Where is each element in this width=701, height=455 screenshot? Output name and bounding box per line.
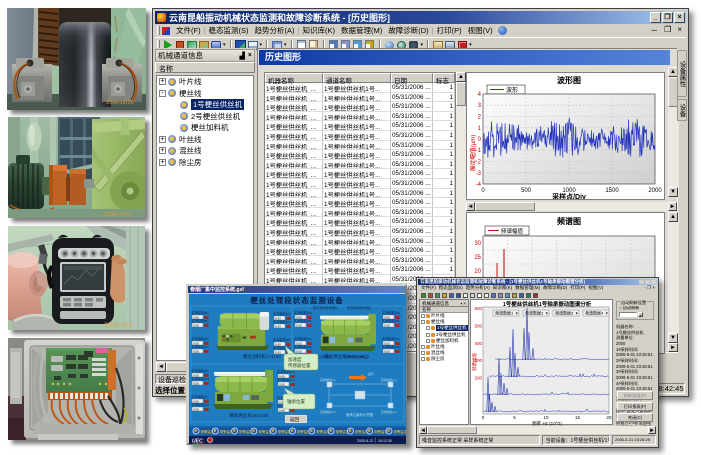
svg-text:实测幅值(m): 实测幅值(m)	[191, 336, 209, 341]
svg-text:25: 25	[474, 255, 481, 261]
svg-text:2006/ 7/15: 2006/ 7/15	[104, 323, 133, 329]
svg-text:10: 10	[543, 415, 549, 420]
svg-text:实测幅值(m): 实测幅值(m)	[191, 318, 209, 323]
svg-text:运行: 运行	[368, 371, 374, 376]
svg-text:轴承位编号示意图: 轴承位编号示意图	[346, 412, 374, 417]
svg-text:▼: ▼	[605, 312, 608, 316]
svg-text:0: 0	[478, 137, 482, 143]
svg-text:烘丝电机区间值(): 烘丝电机区间值()	[313, 305, 337, 310]
svg-text:频谱幅值: 频谱幅值	[501, 227, 524, 235]
svg-text:报警监控: 报警监控	[394, 429, 407, 434]
svg-text:振动幅值(μm): 振动幅值(μm)	[469, 135, 477, 171]
svg-text:实测幅值(m): 实测幅值(m)	[294, 310, 312, 315]
svg-text:2006/12/15: 2006/12/15	[106, 100, 134, 106]
svg-text:轴承位置: 轴承位置	[287, 398, 305, 405]
svg-text:15: 15	[575, 415, 581, 420]
svg-text:3: 3	[478, 103, 482, 109]
svg-text:实测幅值(m): 实测幅值(m)	[191, 310, 209, 315]
svg-text:频谱数据2: 频谱数据2	[525, 310, 544, 316]
svg-text:2: 2	[478, 115, 482, 121]
svg-text:返回: 返回	[290, 416, 299, 423]
svg-text:0.00: 0.00	[279, 382, 285, 386]
svg-text:0.00: 0.00	[193, 407, 199, 411]
svg-text:4: 4	[478, 92, 482, 98]
svg-text:实测幅值(m): 实测幅值(m)	[294, 318, 312, 323]
svg-text:实测幅值(m): 实测幅值(m)	[382, 318, 400, 323]
svg-text:20: 20	[474, 269, 481, 275]
svg-text:实测幅值(m): 实测幅值(m)	[320, 378, 335, 382]
svg-text:0.00: 0.00	[193, 381, 199, 385]
svg-text:实测幅值(m): 实测幅值(m)	[191, 376, 209, 381]
svg-text:频谱数据1: 频谱数据1	[495, 310, 514, 316]
svg-text:实测幅值(m): 实测幅值(m)	[273, 319, 291, 324]
svg-text:频谱数据3: 频谱数据3	[555, 310, 574, 316]
svg-text:实测幅值(m): 实测幅值(m)	[273, 337, 291, 342]
svg-text:▼: ▼	[545, 312, 548, 316]
svg-text:0.00: 0.00	[384, 323, 390, 327]
svg-text:频谱图: 频谱图	[557, 216, 581, 226]
svg-text:2000: 2000	[648, 188, 662, 194]
svg-text:实测幅值(m): 实测幅值(m)	[277, 377, 295, 382]
svg-text:200: 200	[474, 376, 482, 381]
svg-text:30: 30	[474, 241, 481, 247]
svg-text:▼: ▼	[515, 312, 518, 316]
svg-text:波形图: 波形图	[557, 75, 581, 85]
svg-text:实测幅值(m): 实测幅值(m)	[273, 311, 291, 316]
svg-text:0: 0	[482, 415, 485, 420]
svg-text:薄板烘丝机SH5155: 薄板烘丝机SH5155	[229, 412, 269, 419]
svg-text:1号梗丝供丝机1号轴承振动图谱分析: 1号梗丝供丝机1号轴承振动图谱分析	[503, 300, 592, 308]
svg-text:实测幅值(m): 实测幅值(m)	[381, 410, 396, 414]
svg-text:实测幅值(m): 实测幅值(m)	[294, 344, 312, 349]
svg-text:实测幅值(m): 实测幅值(m)	[191, 368, 209, 373]
svg-text:实测幅值(m): 实测幅值(m)	[191, 402, 209, 407]
svg-text:0.00: 0.00	[296, 349, 302, 353]
svg-text:5: 5	[513, 415, 516, 420]
svg-text:频谱幅值: 频谱幅值	[471, 353, 478, 371]
svg-text:500: 500	[521, 188, 532, 194]
svg-text:18:12:30: 18:12:30	[378, 439, 392, 443]
svg-text:实测幅值(m): 实测幅值(m)	[191, 344, 209, 349]
svg-text:1: 1	[478, 126, 482, 132]
svg-text:梗丝加料机ZJ1104: 梗丝加料机ZJ1104	[243, 353, 281, 360]
svg-text:0.00: 0.00	[193, 349, 199, 353]
svg-text:采样点/Div: 采样点/Div	[551, 192, 586, 199]
svg-text:加速度: 加速度	[288, 356, 302, 363]
svg-text:实测幅值(m): 实测幅值(m)	[382, 336, 400, 341]
svg-text:热风电机区间值(): 热风电机区间值()	[347, 305, 371, 310]
svg-text:实测幅值(m): 实测幅值(m)	[320, 410, 335, 414]
svg-text:2006/ 7/15: 2006/ 7/15	[104, 212, 130, 218]
svg-text:实测幅值(m): 实测幅值(m)	[381, 378, 396, 382]
svg-text:400: 400	[474, 341, 482, 346]
svg-text:1500: 1500	[605, 188, 619, 194]
svg-text:0.00: 0.00	[384, 349, 390, 353]
svg-text:波形: 波形	[506, 86, 518, 94]
svg-text:薄板烘丝机SH515S_1: 薄板烘丝机SH515S_1	[324, 353, 370, 360]
svg-text:0: 0	[481, 188, 485, 194]
svg-text:600: 600	[474, 306, 482, 311]
svg-text:0.00: 0.00	[193, 323, 199, 327]
svg-text:实测幅值(m): 实测幅值(m)	[294, 336, 312, 341]
svg-text:实测幅值(m): 实测幅值(m)	[382, 310, 400, 315]
svg-text:实测幅值(m): 实测幅值(m)	[191, 394, 209, 399]
svg-text:2005-8-12: 2005-8-12	[357, 439, 373, 443]
svg-text:传感器位置: 传感器位置	[288, 362, 311, 369]
svg-text:梗丝处理段状态监测设备: 梗丝处理段状态监测设备	[250, 295, 344, 305]
svg-text:频谱数据4: 频谱数据4	[585, 310, 604, 316]
svg-text:实测幅值(m): 实测幅值(m)	[382, 344, 400, 349]
svg-text:▼: ▼	[575, 312, 578, 316]
svg-text:500: 500	[474, 323, 482, 328]
svg-text:0.00: 0.00	[296, 323, 302, 327]
svg-text:20: 20	[606, 415, 612, 420]
svg-text:0.00: 0.00	[275, 324, 281, 328]
